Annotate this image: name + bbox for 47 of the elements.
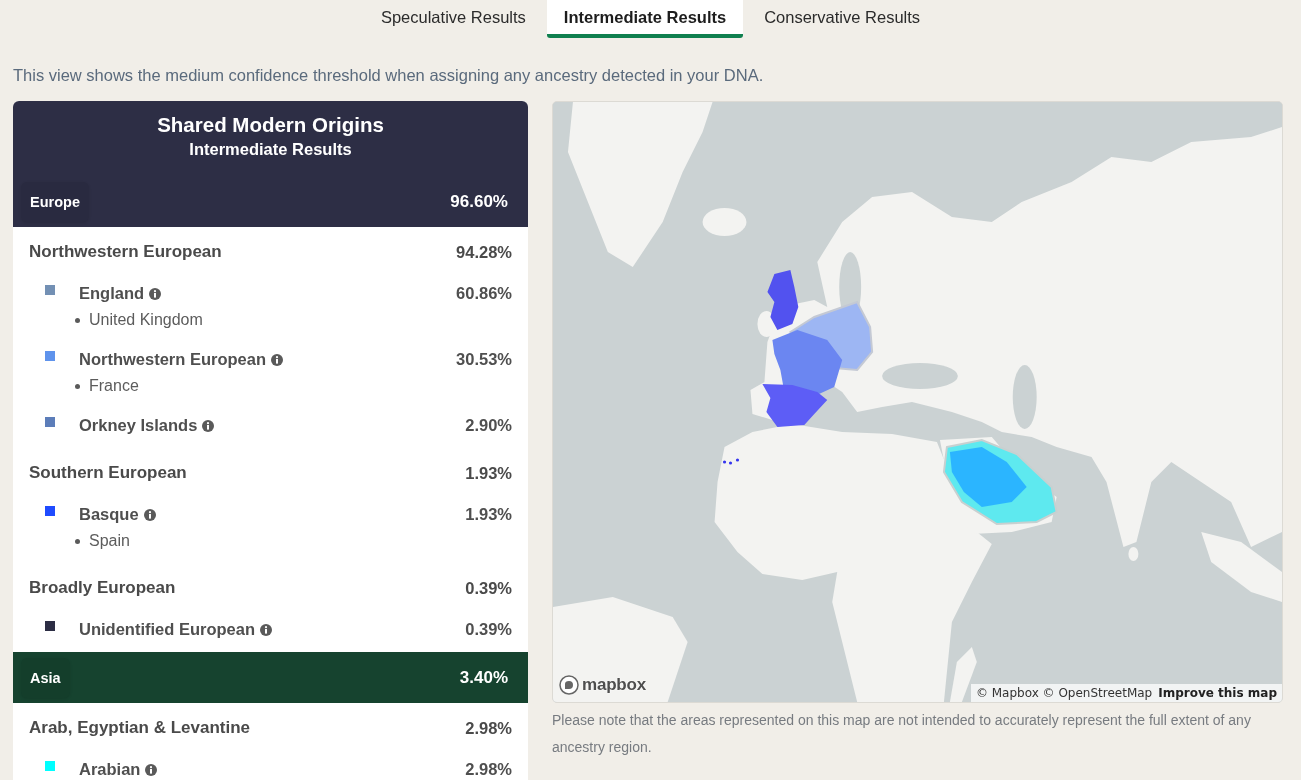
population-percent: 2.90% (465, 415, 512, 436)
description-text: This view shows the medium confidence threshold when assigning any ancestry detected in your DNA. (13, 65, 765, 86)
population-name: England (79, 283, 145, 304)
population-name: Arabian (79, 759, 141, 780)
group-percent: 94.28% (456, 242, 512, 263)
logo-icon (559, 675, 579, 695)
group-percent: 0.39% (465, 578, 512, 599)
group-name: Broadly European (29, 577, 176, 599)
group-name: Northwestern European (29, 241, 222, 263)
info-icon[interactable] (271, 354, 284, 366)
group-name: Southern European (29, 462, 187, 484)
region-percent: 96.60% (450, 191, 508, 212)
bullet-icon (75, 538, 80, 544)
info-icon[interactable] (145, 764, 158, 776)
info-icon[interactable] (149, 288, 162, 300)
logo-text: mapbox (582, 675, 646, 695)
results-tab[interactable]: Conservative Results (747, 0, 938, 38)
population-percent: 30.53% (456, 349, 512, 370)
bullet-icon (75, 317, 80, 323)
population-percent: 60.86% (456, 283, 512, 304)
results-tab[interactable]: Speculative Results (363, 0, 543, 38)
improve-map-link[interactable]: Improve this map (1158, 686, 1277, 700)
group-percent: 1.93% (465, 463, 512, 484)
group-name: Arab, Egyptian & Levantine (29, 717, 251, 739)
population-name: Orkney Islands (79, 415, 198, 436)
bullet-icon (75, 383, 80, 389)
location-name: Spain (89, 531, 130, 551)
population-name: Unidentified European (79, 619, 255, 640)
panel-subtitle: Intermediate Results (189, 139, 352, 160)
region-name: Europe (21, 181, 89, 222)
location-name: France (89, 376, 139, 396)
map-attribution: © Mapbox © OpenStreetMap (975, 686, 1153, 700)
region-percent: 3.40% (459, 667, 508, 688)
map-note: Please note that the areas represented on this map are not intended to accurately represent the full extent of any ancestry region. (552, 711, 1252, 757)
location-name: United Kingdom (89, 310, 203, 330)
population-percent: 2.98% (465, 759, 512, 780)
results-tab[interactable]: Intermediate Results (546, 0, 744, 38)
panel-title: Shared Modern Origins (157, 112, 384, 138)
population-name: Basque (79, 504, 139, 525)
population-percent: 0.39% (465, 619, 512, 640)
population-name: Northwestern European (79, 349, 267, 370)
info-icon[interactable] (202, 420, 215, 432)
info-icon[interactable] (260, 624, 272, 636)
group-percent: 2.98% (465, 718, 512, 739)
region-name: Asia (21, 657, 70, 698)
info-icon[interactable] (143, 509, 156, 521)
population-percent: 1.93% (465, 504, 512, 525)
